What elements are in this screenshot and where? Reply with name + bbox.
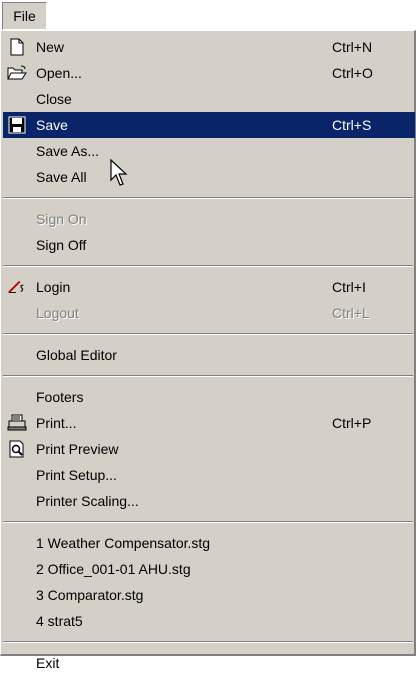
menu-separator [3,333,413,335]
menu-item-save-all[interactable]: Save All [3,164,415,190]
menu-item-save-all-label: Save All [36,169,87,185]
menu-item-open[interactable]: Open... Ctrl+O [3,60,415,86]
file-menu-label: File [13,8,36,24]
menu-item-exit-label: Exit [36,655,60,671]
menu-item-sign-on: Sign On [3,206,415,232]
menu-bar: File [0,0,416,34]
menu-item-global-editor[interactable]: Global Editor [3,342,415,368]
menu-item-close[interactable]: Close [3,86,415,112]
menu-separator [3,197,413,199]
menu-item-login-label: Login [36,279,71,295]
menu-item-print-shortcut: Ctrl+P [332,415,372,431]
printer-icon [7,413,27,433]
menu-item-save-shortcut: Ctrl+S [332,117,372,133]
menu-item-recent-1[interactable]: 1 Weather Compensator.stg [3,530,415,556]
menu-item-open-label: Open... [36,65,82,81]
menu-item-login[interactable]: Login Ctrl+I [3,274,415,300]
menu-item-save[interactable]: Save Ctrl+S [3,112,415,138]
menu-item-recent-2[interactable]: 2 Office_001-01 AHU.stg [3,556,415,582]
save-floppy-icon [7,115,27,135]
menu-item-save-as-label: Save As... [36,143,100,159]
menu-item-print-preview[interactable]: Print Preview [3,436,415,462]
menu-item-logout-label: Logout [36,305,79,321]
menu-item-close-label: Close [36,91,72,107]
file-menu-button[interactable]: File [2,2,47,30]
menu-separator [3,265,413,267]
menu-item-sign-on-label: Sign On [36,211,87,227]
menu-item-sign-off-label: Sign Off [36,237,87,253]
menu-item-print[interactable]: Print... Ctrl+P [3,410,415,436]
menu-item-footers[interactable]: Footers [3,384,415,410]
menu-item-logout: Logout Ctrl+L [3,300,415,326]
menu-item-print-setup[interactable]: Print Setup... [3,462,415,488]
print-preview-icon [7,439,27,459]
menu-item-print-preview-label: Print Preview [36,441,119,457]
menu-item-print-label: Print... [36,415,77,431]
menu-item-printer-scaling[interactable]: Printer Scaling... [3,488,415,514]
menu-item-recent-3[interactable]: 3 Comparator.stg [3,582,415,608]
menu-item-exit[interactable]: Exit [3,650,415,676]
menu-item-recent-3-label: 3 Comparator.stg [36,587,144,603]
menu-item-printer-scaling-label: Printer Scaling... [36,493,139,509]
menu-separator [3,375,413,377]
menu-item-footers-label: Footers [36,389,84,405]
menu-item-logout-shortcut: Ctrl+L [332,305,370,321]
open-folder-icon [7,63,27,83]
menu-item-sign-off[interactable]: Sign Off [3,232,415,258]
menu-item-recent-4-label: 4 strat5 [36,613,83,629]
menu-item-save-as[interactable]: Save As... [3,138,415,164]
login-key-icon [7,277,27,297]
menu-item-new-label: New [36,39,65,55]
menu-item-print-setup-label: Print Setup... [36,467,117,483]
new-document-icon [7,37,27,57]
menu-item-new-shortcut: Ctrl+N [332,39,373,55]
file-dropdown-menu: New Ctrl+N Open... Ctrl+O Close Save Ctr… [0,30,416,671]
menu-item-save-label: Save [36,117,68,133]
menu-item-new[interactable]: New Ctrl+N [3,34,415,60]
menu-item-recent-4[interactable]: 4 strat5 [3,608,415,634]
menu-item-open-shortcut: Ctrl+O [332,65,373,81]
menu-separator [3,521,413,523]
menu-item-global-editor-label: Global Editor [36,347,117,363]
menu-item-recent-2-label: 2 Office_001-01 AHU.stg [36,561,191,577]
menu-separator [3,641,413,643]
menu-item-recent-1-label: 1 Weather Compensator.stg [36,535,211,551]
menu-item-login-shortcut: Ctrl+I [332,279,366,295]
